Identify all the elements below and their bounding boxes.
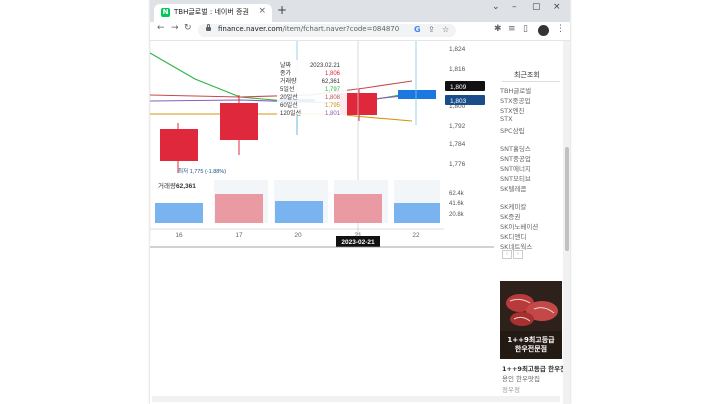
- price-tick-1776: 1,776: [449, 161, 466, 168]
- recent-item-sk-securities[interactable]: SK증권: [500, 211, 520, 221]
- tooltip-value-volume: 62,361: [322, 79, 341, 85]
- recent-prev-button[interactable]: ‹: [502, 250, 512, 259]
- volume-bar-16: [155, 203, 203, 223]
- horizontal-scrollbar[interactable]: [152, 396, 560, 402]
- back-arrow-icon[interactable]: ←: [157, 23, 165, 33]
- tooltip-label-close: 종가: [280, 69, 292, 77]
- browser-window: N TBH글로벌 : 네이버 증권 × + ⌄ – ▢ × ← → ↻ fina…: [150, 0, 570, 404]
- tab-title: TBH글로벌 : 네이버 증권: [174, 8, 249, 16]
- recent-item-snt-motiv[interactable]: SNT모티브: [500, 173, 531, 183]
- recent-item-snt-holdings[interactable]: SNT홀딩스: [500, 143, 531, 153]
- right-sidebar: 최근조회 TBH글로벌 STX중공업 STX엔진 STX SPC삼립 SNT홀딩…: [496, 41, 566, 404]
- recent-item-sk-innovation[interactable]: SK이노베이션: [500, 221, 538, 231]
- url-host: finance.naver.com: [218, 25, 283, 33]
- recent-next-button[interactable]: ›: [513, 250, 523, 259]
- maximize-button[interactable]: ▢: [532, 2, 541, 12]
- tab-close-icon[interactable]: ×: [258, 6, 266, 16]
- google-lens-icon[interactable]: G: [414, 25, 421, 34]
- tooltip-label-ma120: 120일선: [280, 109, 301, 117]
- tooltip-label-ma5: 5일선: [280, 85, 294, 93]
- x-label-17: 17: [235, 232, 243, 239]
- tooltip-value-ma20: 1,808: [325, 95, 341, 101]
- menu-kebab-icon[interactable]: ⋮: [556, 24, 565, 34]
- tooltip-label-ma60: 60일선: [280, 101, 298, 109]
- url-text[interactable]: finance.naver.com/item/fchart.naver?code…: [218, 25, 399, 33]
- recent-item-snt-heavy[interactable]: SNT중공업: [500, 153, 531, 163]
- vertical-scrollbar-thumb[interactable]: [565, 147, 569, 251]
- ad-caption-title[interactable]: 1++9최고등급 한우전: [502, 363, 566, 373]
- candle-22: [398, 90, 436, 99]
- profile-avatar[interactable]: [538, 25, 549, 36]
- desktop-background-right: [570, 0, 720, 404]
- recent-item-sk-dnd[interactable]: SK디앤디: [500, 231, 526, 241]
- recent-item-stx-engine[interactable]: STX엔진: [500, 105, 525, 115]
- forward-arrow-icon[interactable]: →: [171, 23, 179, 33]
- crosshair-date-label: 2023-02-21: [341, 239, 375, 246]
- tooltip-value-ma5: 1,797: [325, 87, 341, 93]
- volume-bar-17: [215, 194, 263, 223]
- recent-item-sk-chemicals[interactable]: SK케미칼: [500, 201, 526, 211]
- url-path: /item/fchart.naver?code=084870: [282, 25, 400, 33]
- tooltip-label-volume: 거래량: [280, 77, 297, 85]
- price-chart[interactable]: 날짜 2023.02.21 종가 1,806 거래량 62,361 5일선 1,…: [150, 41, 494, 404]
- x-label-16: 16: [175, 232, 183, 239]
- price-tick-1816: 1,816: [449, 66, 466, 73]
- volume-bar-22: [394, 203, 440, 223]
- candle-16: [160, 129, 198, 161]
- recent-item-tbh[interactable]: TBH글로벌: [500, 85, 531, 95]
- volume-tick-41k: 41.6k: [449, 201, 465, 207]
- reading-list-icon[interactable]: ≡: [508, 24, 516, 34]
- recent-view-header: 최근조회: [502, 69, 560, 82]
- price-tag-current-text: 1,803: [450, 98, 467, 105]
- tooltip-label-date: 날짜: [280, 61, 292, 69]
- new-tab-button[interactable]: +: [277, 4, 287, 17]
- volume-tick-20k: 20.8k: [449, 212, 465, 218]
- recent-view-title: 최근조회: [514, 71, 540, 79]
- ad-caption-sub[interactable]: 용인 한우맛집: [502, 373, 540, 383]
- ad-caption-brand[interactable]: 정우정: [502, 384, 520, 394]
- recent-item-snt-energy[interactable]: SNT에너지: [500, 163, 531, 173]
- tooltip-value-date: 2023.02.21: [310, 63, 341, 69]
- reload-icon[interactable]: ↻: [184, 23, 192, 33]
- tooltip-value-ma120: 1,801: [325, 111, 341, 117]
- page-content: 날짜 2023.02.21 종가 1,806 거래량 62,361 5일선 1,…: [150, 41, 570, 404]
- close-window-button[interactable]: ×: [553, 2, 561, 12]
- tab-strip: N TBH글로벌 : 네이버 증권 × + ⌄ – ▢ ×: [150, 0, 570, 22]
- recent-item-stx[interactable]: STX: [500, 115, 513, 123]
- tooltip-value-close: 1,806: [325, 71, 341, 77]
- candle-17: [220, 103, 258, 140]
- volume-bar-21: [334, 194, 382, 223]
- minimize-button[interactable]: –: [512, 2, 517, 12]
- price-tick-1824: 1,824: [449, 46, 466, 53]
- side-panel-icon[interactable]: ▯: [523, 24, 528, 34]
- ad-headline-2: 한우전문점: [514, 345, 548, 353]
- x-label-20: 20: [294, 232, 302, 239]
- share-icon[interactable]: ⇪: [428, 25, 435, 34]
- volume-tick-62k: 62.4k: [449, 191, 465, 197]
- volume-value: 62,361: [176, 183, 196, 190]
- price-tick-1784: 1,784: [449, 141, 466, 148]
- volume-bar-20: [275, 201, 323, 223]
- desktop-background-left: [0, 0, 150, 404]
- recent-item-stx-heavy[interactable]: STX중공업: [500, 95, 531, 105]
- tooltip-value-ma60: 1,795: [325, 103, 341, 109]
- x-label-22: 22: [412, 232, 420, 239]
- extensions-puzzle-icon[interactable]: ✱: [494, 24, 502, 34]
- price-tick-1792: 1,792: [449, 123, 466, 130]
- recent-item-spc[interactable]: SPC삼립: [500, 125, 525, 135]
- address-bar[interactable]: finance.naver.com/item/fchart.naver?code…: [198, 24, 456, 37]
- price-tag-last-text: 1,809: [450, 84, 467, 91]
- tooltip-label-ma20: 20일선: [280, 93, 298, 101]
- browser-toolbar: ← → ↻ finance.naver.com/item/fchart.nave…: [150, 22, 570, 41]
- volume-label: 거래량: [158, 181, 176, 190]
- ad-banner-image[interactable]: 1++9최고등급 한우전문점: [500, 281, 562, 359]
- low-price-annotation: 최저 1,775 (-1.88%): [178, 167, 226, 175]
- active-tab[interactable]: N TBH글로벌 : 네이버 증권 ×: [154, 4, 272, 22]
- naver-favicon-icon: N: [161, 8, 170, 17]
- bookmark-star-icon[interactable]: ☆: [442, 25, 449, 34]
- lock-icon[interactable]: [206, 24, 211, 31]
- tab-search-icon[interactable]: ⌄: [492, 2, 500, 12]
- recent-item-sk-telecom[interactable]: SK텔레콤: [500, 183, 526, 193]
